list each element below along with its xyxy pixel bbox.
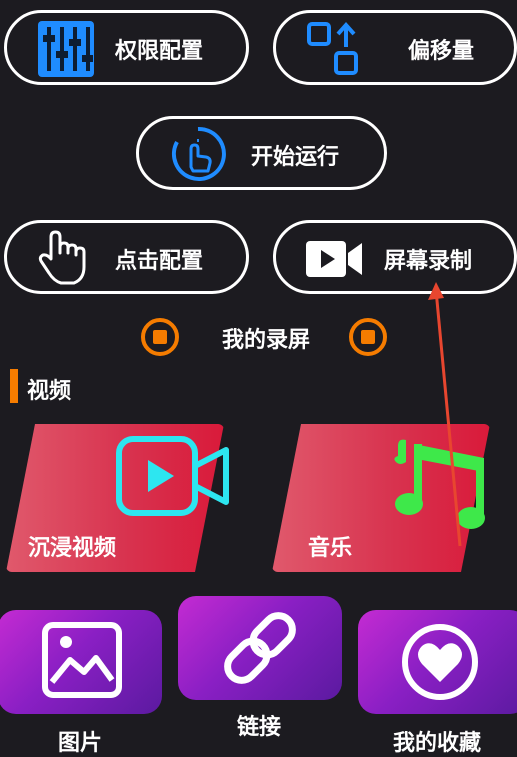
immersive-video-label: 沉浸视频 <box>28 536 117 561</box>
screen-record-label: 屏幕录制 <box>384 249 473 274</box>
links-tile[interactable] <box>178 596 342 700</box>
video-play-icon <box>116 436 229 516</box>
click-config-button[interactable]: 点击配置 <box>4 220 249 294</box>
screen-record-button[interactable]: 屏幕录制 <box>273 220 517 294</box>
stop-record-icon[interactable] <box>140 317 180 357</box>
offset-label: 偏移量 <box>408 39 475 64</box>
section-title: 视频 <box>27 379 72 404</box>
pictures-label: 图片 <box>58 731 103 756</box>
my-recordings-label[interactable]: 我的录屏 <box>222 322 310 354</box>
start-running-label: 开始运行 <box>251 145 340 170</box>
pictures-tile[interactable] <box>0 610 162 714</box>
offset-button[interactable]: 偏移量 <box>273 10 517 85</box>
heart-icon <box>402 624 478 700</box>
link-icon <box>224 612 296 684</box>
start-running-button[interactable]: 开始运行 <box>136 116 387 190</box>
favorites-label: 我的收藏 <box>393 731 482 756</box>
stop-record-icon-right[interactable] <box>348 317 388 357</box>
favorites-tile[interactable] <box>358 610 517 714</box>
permission-config-button[interactable]: 权限配置 <box>4 10 249 85</box>
links-label: 链接 <box>237 715 282 740</box>
pointing-hand-icon <box>38 230 86 285</box>
touch-start-icon <box>171 126 226 181</box>
click-config-label: 点击配置 <box>115 249 204 274</box>
offset-shapes-icon <box>307 21 358 75</box>
video-camera-icon <box>306 241 362 277</box>
permission-config-label: 权限配置 <box>115 39 204 64</box>
section-accent-bar <box>10 369 18 403</box>
sliders-icon <box>38 21 94 77</box>
image-icon <box>42 622 122 698</box>
music-label: 音乐 <box>308 536 353 561</box>
music-notes-icon <box>394 439 485 529</box>
